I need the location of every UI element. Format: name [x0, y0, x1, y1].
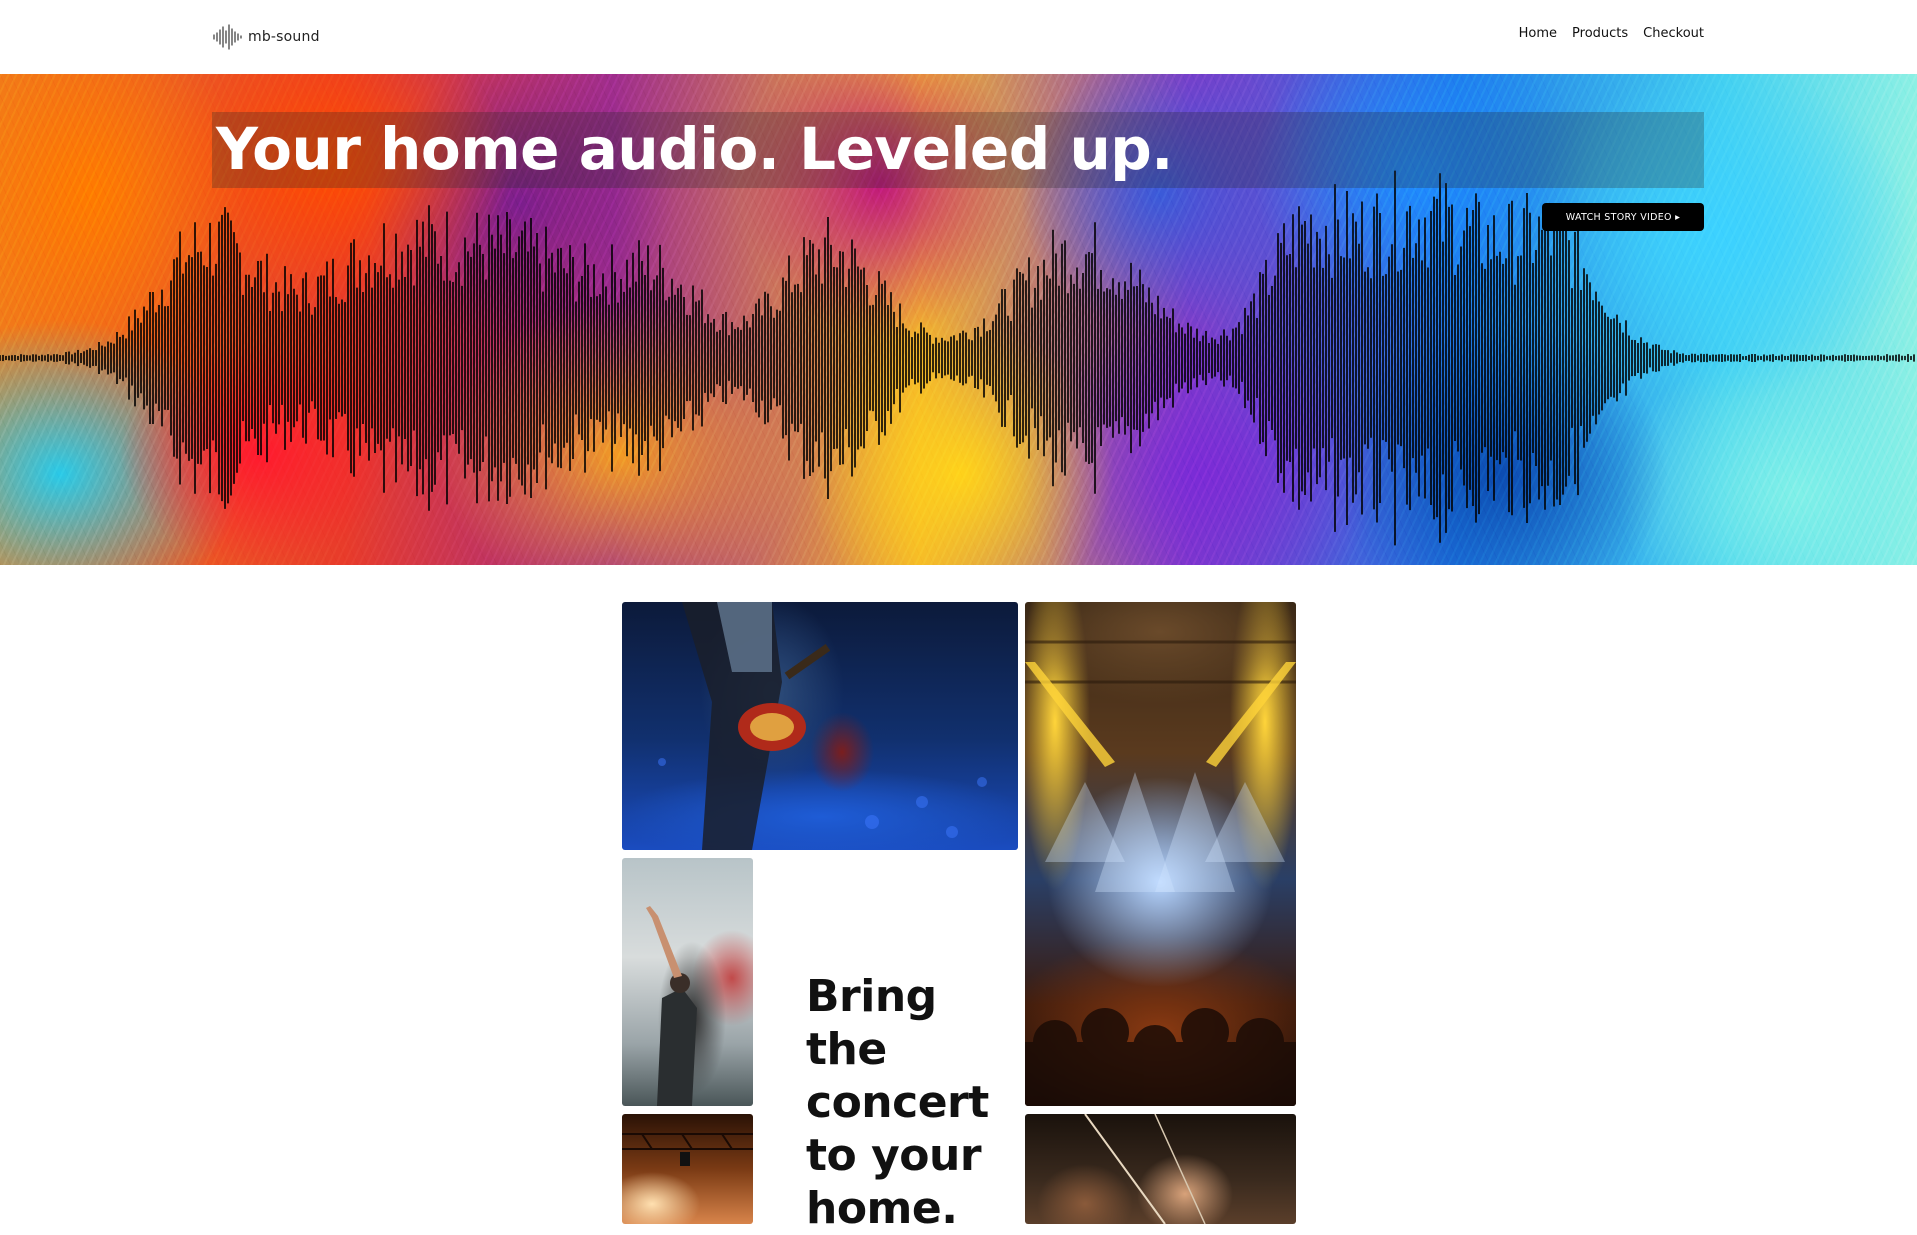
brand-name: mb-sound [248, 29, 320, 45]
soundwave-icon [213, 24, 242, 50]
main-nav: Home Products Checkout [1519, 26, 1704, 41]
singer-figure [646, 906, 697, 1106]
gallery-image-stage-rig [622, 1114, 753, 1224]
lighting-rig-graphic [622, 1133, 753, 1166]
gallery-image-violinist [1025, 1114, 1296, 1224]
hero-title: Your home audio. Leveled up. [216, 115, 1173, 183]
hero-banner: Your home audio. Leveled up. WATCH STORY… [0, 74, 1917, 565]
nav-link-home[interactable]: Home [1519, 26, 1557, 41]
brand-logo-link[interactable]: mb-sound [212, 22, 320, 52]
navbar: mb-sound Home Products Checkout [0, 0, 1917, 74]
watch-story-video-button[interactable]: WATCH STORY VIDEO ▸ [1542, 203, 1704, 231]
nav-link-products[interactable]: Products [1572, 26, 1628, 41]
stage-lights-graphic [1025, 640, 1296, 1106]
gallery-image-guitarist [622, 602, 1018, 850]
nav-link-checkout[interactable]: Checkout [1643, 26, 1704, 41]
guitarist-figure [658, 602, 987, 850]
gallery-image-singer [622, 858, 753, 1106]
violin-graphic [1084, 1114, 1206, 1224]
gallery-tagline: Bring the concert to your home. [806, 971, 989, 1234]
gallery-image-concert-lights [1025, 602, 1296, 1106]
